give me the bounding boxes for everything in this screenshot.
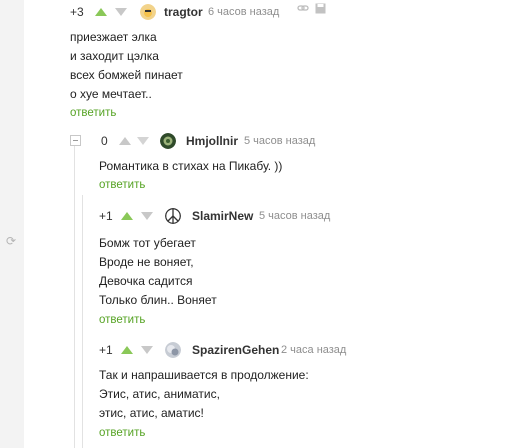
comment: +1 SlamirNew 5 часов назад Бомж тот убег… bbox=[99, 206, 499, 328]
triangle-up-icon[interactable] bbox=[121, 346, 133, 354]
comment-line: Этис, атис, аниматис, bbox=[99, 387, 220, 401]
comment-rating: +1 bbox=[99, 343, 113, 357]
comment: +3 tragtor 6 часов назад приезжает элка … bbox=[70, 2, 500, 121]
comment-line: Вроде не воняет, bbox=[99, 255, 194, 269]
save-icon[interactable] bbox=[315, 2, 326, 22]
comment-line: Только блин.. Воняет bbox=[99, 293, 217, 307]
comment-rating: +3 bbox=[70, 5, 84, 19]
comment-line: Так и напрашивается в продолжение: bbox=[99, 368, 309, 382]
comment-line: всех бомжей пинает bbox=[70, 68, 183, 82]
comment-rating: 0 bbox=[101, 134, 108, 148]
comment-author[interactable]: SlamirNew bbox=[192, 206, 253, 226]
comment-text: Так и напрашивается в продолжение: Этис,… bbox=[99, 366, 499, 423]
avatar[interactable] bbox=[165, 342, 181, 358]
reply-link[interactable]: ответить bbox=[70, 105, 500, 121]
avatar[interactable] bbox=[165, 208, 181, 224]
thread-line bbox=[74, 146, 75, 448]
comment-line: о хуе мечтает.. bbox=[70, 87, 152, 101]
comment-author[interactable]: SpazirenGehen bbox=[192, 340, 279, 360]
comment-header: 0 Hmjollnir 5 часов назад bbox=[99, 131, 499, 151]
comment-header: +1 SlamirNew 5 часов назад bbox=[99, 206, 499, 226]
comment-line: Девочка садится bbox=[99, 274, 193, 288]
comment-rating: +1 bbox=[99, 209, 113, 223]
comment-line: Бомж тот убегает bbox=[99, 236, 196, 250]
avatar[interactable] bbox=[160, 133, 176, 149]
link-icon[interactable] bbox=[297, 2, 309, 22]
triangle-up-icon[interactable] bbox=[119, 137, 131, 145]
comment-line: этис, атис, аматис! bbox=[99, 406, 204, 420]
comment-header: +1 SpazirenGehen 2 часа назад bbox=[99, 340, 499, 360]
comment-time[interactable]: 5 часов назад bbox=[244, 131, 315, 151]
refresh-icon[interactable]: ⟳ bbox=[4, 234, 18, 248]
comment-header: +3 tragtor 6 часов назад bbox=[70, 2, 500, 22]
comment-time[interactable]: 6 часов назад bbox=[208, 2, 279, 22]
reply-link[interactable]: ответить bbox=[99, 425, 499, 441]
comment-line: Романтика в стихах на Пикабу. )) bbox=[99, 159, 283, 173]
reply-link[interactable]: ответить bbox=[99, 312, 499, 328]
collapse-minus-icon[interactable] bbox=[70, 135, 81, 146]
comment-text: Романтика в стихах на Пикабу. )) bbox=[99, 157, 499, 176]
comment-author[interactable]: tragtor bbox=[164, 2, 203, 22]
comment-author[interactable]: Hmjollnir bbox=[186, 131, 238, 151]
triangle-down-icon[interactable] bbox=[141, 212, 153, 220]
triangle-down-icon[interactable] bbox=[141, 346, 153, 354]
reply-link[interactable]: ответить bbox=[99, 177, 499, 193]
comment-text: приезжает элка и заходит цэлка всех бомж… bbox=[70, 28, 500, 104]
triangle-down-icon[interactable] bbox=[115, 8, 127, 16]
triangle-up-icon[interactable] bbox=[95, 8, 107, 16]
comment-line: приезжает элка bbox=[70, 30, 157, 44]
comment: 0 Hmjollnir 5 часов назад Романтика в ст… bbox=[99, 131, 499, 193]
comment-time[interactable]: 5 часов назад bbox=[259, 206, 330, 226]
comment-time[interactable]: 2 часа назад bbox=[281, 340, 346, 360]
comment-line: и заходит цэлка bbox=[70, 49, 159, 63]
thread-line bbox=[82, 195, 83, 448]
comment: +1 SpazirenGehen 2 часа назад Так и напр… bbox=[99, 340, 499, 441]
avatar[interactable] bbox=[140, 4, 156, 20]
triangle-down-icon[interactable] bbox=[137, 137, 149, 145]
left-scroll-bar: ⟳ bbox=[0, 0, 24, 448]
triangle-up-icon[interactable] bbox=[121, 212, 133, 220]
comment-text: Бомж тот убегает Вроде не воняет, Девочк… bbox=[99, 234, 499, 310]
